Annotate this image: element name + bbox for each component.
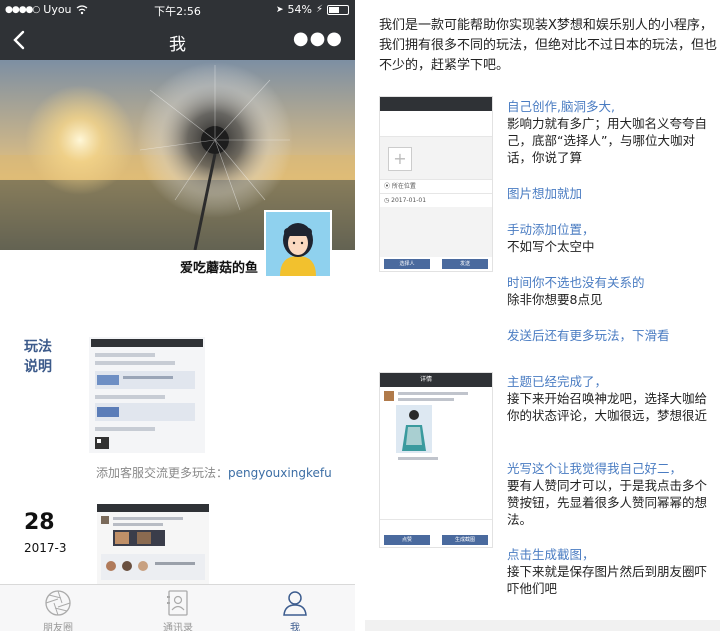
battery-percent: 54% — [287, 3, 312, 16]
tab-bar: 朋友圈 通讯录 我 — [0, 584, 355, 631]
detail-screenshot: 详情 点赞 生成截图 — [379, 372, 493, 548]
charging-icon: ⚡ — [315, 4, 323, 15]
mini-avatar — [384, 391, 394, 401]
tab-moments[interactable]: 朋友圈 — [28, 589, 88, 631]
post-thumbnail[interactable] — [97, 504, 209, 584]
annotation: 图片想加就加 — [507, 186, 583, 201]
mini-send-button: 发送 — [442, 259, 488, 269]
annotation: 主题已经完成了， 接下来开始召唤神龙吧，选择大咖给你的状态评论，大咖很远，梦想很… — [507, 374, 708, 423]
location-arrow-icon: ➤ — [275, 4, 284, 15]
tab-me[interactable]: 我 — [265, 589, 325, 631]
phone-screen: ●●●●○ Uyou 下午2:56 ➤ 54% ⚡ 我 ●●● 爱吃蘑菇的鱼 玩… — [0, 0, 355, 631]
mini-date-row: ◷ 2017-01-01 — [380, 193, 492, 207]
avatar[interactable] — [264, 210, 332, 278]
mini-like-button: 点赞 — [384, 535, 430, 545]
intro-text: 我们是一款可能帮助你实现装X梦想和娱乐别人的小程序，我们拥有很多不同的玩法，但绝… — [379, 18, 718, 73]
post-date-month: 2017-3 — [24, 541, 67, 555]
instruction-panel: 我们是一款可能帮助你实现装X梦想和娱乐别人的小程序，我们拥有很多不同的玩法，但绝… — [365, 0, 720, 631]
annotation: 手动添加位置， 不如写个太空中 — [507, 222, 595, 254]
post-date-day: 28 — [24, 510, 55, 535]
post-thumbnail[interactable] — [89, 337, 205, 453]
mini-generate-screenshot-button: 生成截图 — [442, 535, 488, 545]
mini-nav-bar: 详情 — [380, 373, 492, 387]
annotation: 时间你不选也没有关系的 除非你想要8点见 — [507, 275, 645, 307]
mini-location-row: ⦿ 所在位置 — [380, 179, 492, 193]
annotation: 光写这个让我觉得我自己好二， 要有人赞同才可以，于是我点击多个赞按钮，先显着很多… — [507, 461, 708, 527]
status-bar: ●●●●○ Uyou 下午2:56 ➤ 54% ⚡ — [0, 0, 355, 20]
person-icon — [283, 591, 307, 616]
profile-nickname: 爱吃蘑菇的鱼 — [179, 261, 258, 276]
post-caption: 添加客服交流更多玩法：pengyouxingkefu — [96, 466, 332, 480]
nav-bar: 我 ●●● — [0, 20, 355, 60]
mini-nav-bar — [380, 97, 492, 111]
annotation: 发送后还有更多玩法，下滑看 — [507, 328, 670, 343]
mini-select-person-button: 选择人 — [384, 259, 430, 269]
post-label: 玩法说明 — [24, 339, 52, 375]
editor-screenshot: + ⦿ 所在位置 ◷ 2017-01-01 选择人 发送 — [379, 96, 493, 272]
annotation: 自己创作,脑洞多大, 影响力就有多广；用大咖名义夸夸自己，底部“选择人”，与哪位… — [507, 99, 708, 165]
more-icon[interactable]: ●●● — [293, 28, 343, 49]
annotation: 点击生成截图， 接下来就是保存图片然后到朋友圈吓吓他们吧 — [507, 547, 708, 596]
panel-footer-strip — [365, 620, 720, 631]
add-photo-icon: + — [388, 147, 412, 171]
contacts-icon — [167, 590, 188, 616]
aperture-icon — [45, 590, 71, 616]
tab-contacts[interactable]: 通讯录 — [148, 589, 208, 631]
battery-icon — [327, 4, 349, 15]
customer-service-id: pengyouxingkefu — [228, 466, 332, 480]
mini-photo — [396, 405, 432, 453]
